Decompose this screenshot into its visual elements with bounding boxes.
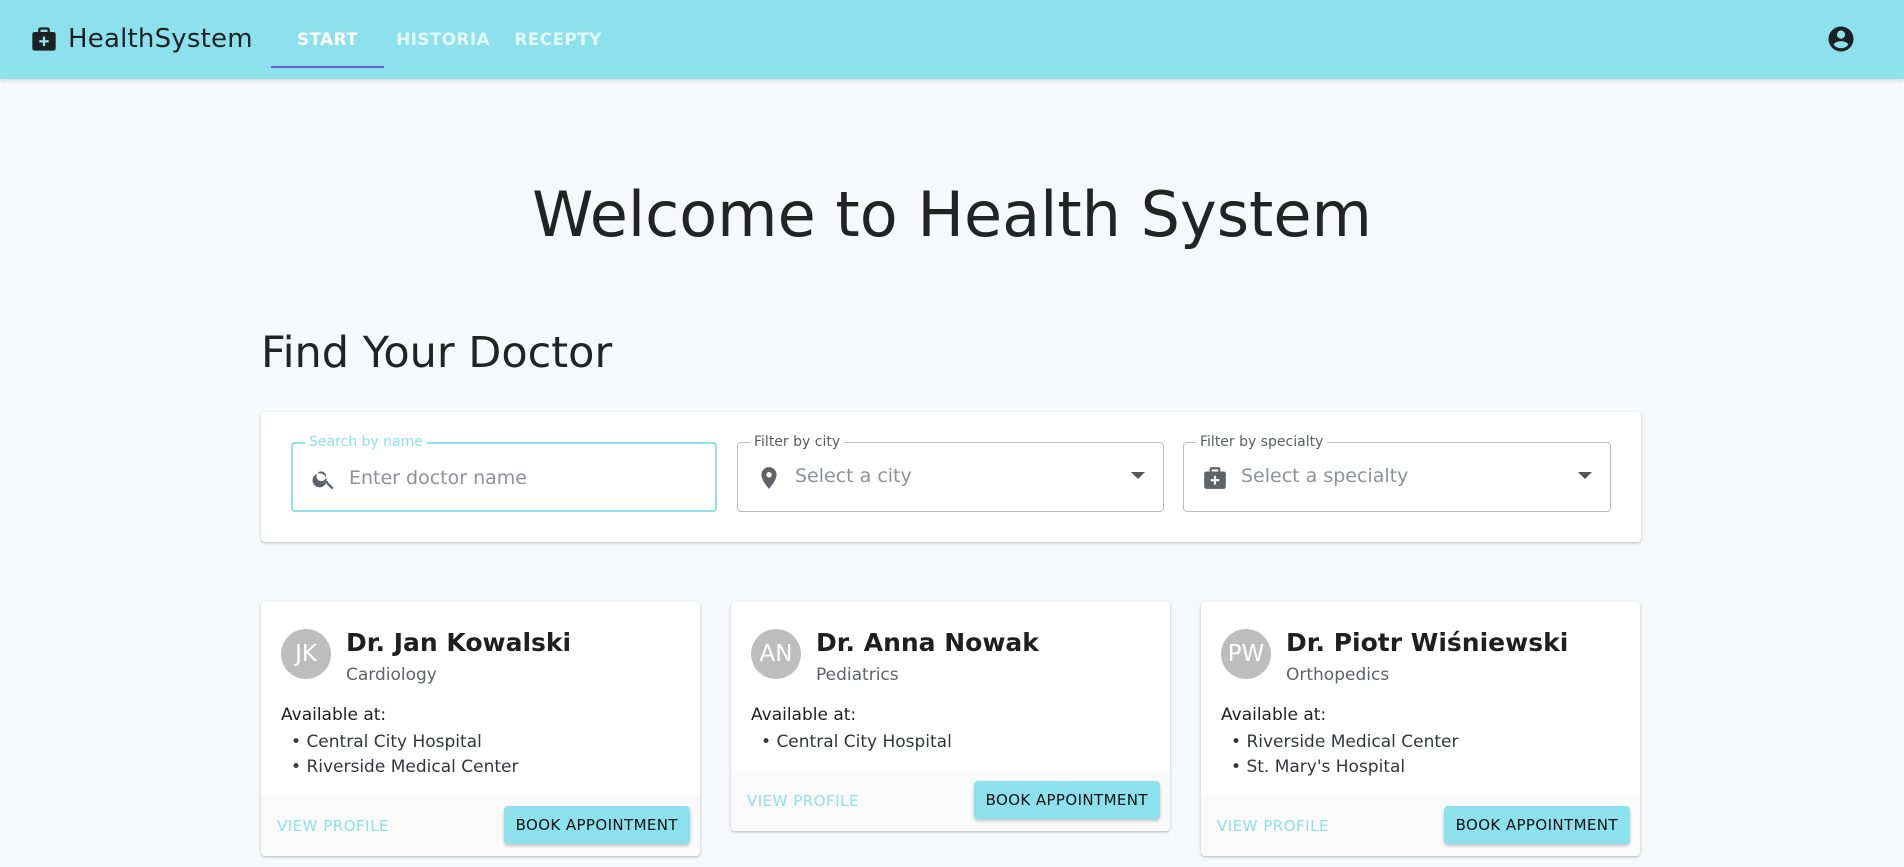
filter-card: Search by name Filter by city Select a c…: [261, 412, 1641, 542]
avatar: PW: [1221, 629, 1271, 679]
doctor-card: PW Dr. Piotr Wiśniewski Orthopedics Avai…: [1201, 602, 1640, 856]
doctor-name: Dr. Jan Kowalski: [346, 628, 572, 657]
search-input[interactable]: [349, 464, 689, 492]
avatar: AN: [751, 629, 801, 679]
chevron-down-icon[interactable]: [1131, 472, 1145, 479]
card-actions: VIEW PROFILE BOOK APPOINTMENT: [731, 771, 1170, 831]
view-profile-button[interactable]: VIEW PROFILE: [1217, 817, 1329, 835]
book-appointment-button[interactable]: BOOK APPOINTMENT: [973, 781, 1160, 819]
book-appointment-button[interactable]: BOOK APPOINTMENT: [1443, 806, 1630, 844]
app-bar: HealthSystem START HISTORIA RECEPTY: [0, 0, 1904, 79]
search-field[interactable]: Search by name: [291, 433, 717, 512]
location-list: Central City Hospital Riverside Medical …: [291, 730, 518, 780]
location-item: St. Mary's Hospital: [1231, 755, 1458, 780]
specialty-select[interactable]: Filter by specialty Select a specialty: [1183, 433, 1611, 512]
view-profile-button[interactable]: VIEW PROFILE: [277, 817, 389, 835]
tab-start[interactable]: START: [271, 0, 384, 79]
doctor-card: JK Dr. Jan Kowalski Cardiology Available…: [261, 602, 700, 856]
medical-bag-icon: [1202, 465, 1228, 491]
available-label: Available at:: [1221, 705, 1327, 725]
doctor-specialty: Pediatrics: [816, 665, 899, 685]
location-list: Central City Hospital: [761, 730, 951, 755]
brand[interactable]: HealthSystem: [30, 24, 253, 54]
tab-historia[interactable]: HISTORIA: [384, 0, 502, 79]
find-doctor-heading: Find Your Doctor: [261, 328, 613, 378]
account-circle-icon[interactable]: [1826, 24, 1856, 54]
medical-bag-icon: [30, 25, 58, 53]
card-actions: VIEW PROFILE BOOK APPOINTMENT: [1201, 796, 1640, 856]
location-item: Central City Hospital: [761, 730, 951, 755]
location-pin-icon: [756, 465, 782, 491]
available-label: Available at:: [751, 705, 857, 725]
location-item: Riverside Medical Center: [291, 755, 518, 780]
card-actions: VIEW PROFILE BOOK APPOINTMENT: [261, 796, 700, 856]
doctor-name: Dr. Piotr Wiśniewski: [1286, 628, 1569, 657]
chevron-down-icon[interactable]: [1578, 472, 1592, 479]
search-icon: [311, 466, 337, 492]
doctor-specialty: Cardiology: [346, 665, 437, 685]
city-select[interactable]: Filter by city Select a city: [737, 433, 1164, 512]
specialty-select-label: Filter by specialty: [1196, 433, 1328, 451]
doctor-specialty: Orthopedics: [1286, 665, 1390, 685]
specialty-select-value: Select a specialty: [1241, 465, 1409, 487]
view-profile-button[interactable]: VIEW PROFILE: [747, 792, 859, 810]
city-select-value: Select a city: [795, 465, 912, 487]
city-select-label: Filter by city: [750, 433, 845, 451]
available-label: Available at:: [281, 705, 387, 725]
location-list: Riverside Medical Center St. Mary's Hosp…: [1231, 730, 1458, 780]
search-field-label: Search by name: [305, 433, 427, 451]
location-item: Central City Hospital: [291, 730, 518, 755]
tab-recepty[interactable]: RECEPTY: [502, 0, 614, 79]
book-appointment-button[interactable]: BOOK APPOINTMENT: [503, 806, 690, 844]
welcome-heading: Welcome to Health System: [532, 178, 1372, 251]
brand-name: HealthSystem: [68, 24, 253, 54]
doctor-name: Dr. Anna Nowak: [816, 628, 1039, 657]
main-nav: START HISTORIA RECEPTY: [271, 0, 614, 79]
avatar: JK: [281, 629, 331, 679]
doctor-card: AN Dr. Anna Nowak Pediatrics Available a…: [731, 602, 1170, 831]
location-item: Riverside Medical Center: [1231, 730, 1458, 755]
